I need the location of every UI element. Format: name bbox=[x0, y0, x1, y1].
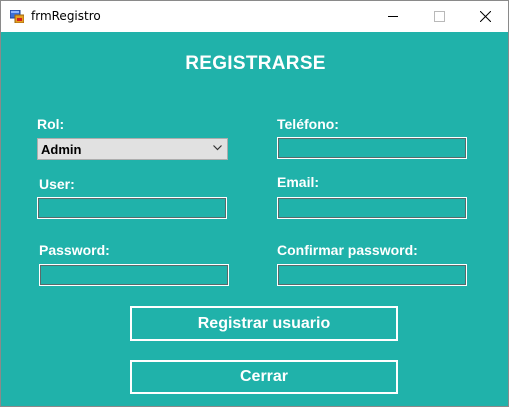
telefono-field[interactable] bbox=[276, 136, 468, 160]
close-window-button[interactable] bbox=[462, 1, 508, 32]
rol-label: Rol: bbox=[37, 116, 65, 132]
registro-window: frmRegistro REGISTRARSE Rol: Admin User: bbox=[0, 0, 509, 407]
password-input[interactable] bbox=[40, 265, 228, 285]
user-label: User: bbox=[39, 176, 75, 192]
email-label: Email: bbox=[277, 174, 320, 190]
maximize-button[interactable] bbox=[416, 1, 462, 32]
register-button[interactable]: Registrar usuario bbox=[130, 306, 398, 341]
telefono-label: Teléfono: bbox=[277, 116, 339, 132]
window-title: frmRegistro bbox=[31, 9, 101, 23]
email-field[interactable] bbox=[276, 196, 468, 220]
telefono-input[interactable] bbox=[278, 138, 466, 158]
minimize-icon bbox=[388, 16, 398, 17]
app-icon bbox=[10, 10, 24, 23]
minimize-button[interactable] bbox=[370, 1, 416, 32]
rol-selected-value: Admin bbox=[41, 142, 82, 157]
maximize-icon bbox=[434, 11, 445, 22]
title-bar[interactable]: frmRegistro bbox=[1, 1, 508, 32]
rol-select[interactable]: Admin bbox=[37, 138, 228, 160]
confirm-password-input[interactable] bbox=[278, 265, 466, 285]
email-input[interactable] bbox=[278, 198, 466, 218]
password-field[interactable] bbox=[38, 263, 230, 287]
close-icon bbox=[480, 11, 491, 22]
form-heading: REGISTRARSE bbox=[185, 53, 326, 74]
confirm-password-field[interactable] bbox=[276, 263, 468, 287]
chevron-down-icon bbox=[213, 145, 222, 151]
user-input[interactable] bbox=[38, 198, 226, 218]
user-field[interactable] bbox=[36, 196, 228, 220]
close-button[interactable]: Cerrar bbox=[130, 360, 398, 394]
password-label: Password: bbox=[39, 242, 110, 258]
confirm-password-label: Confirmar password: bbox=[277, 242, 418, 258]
